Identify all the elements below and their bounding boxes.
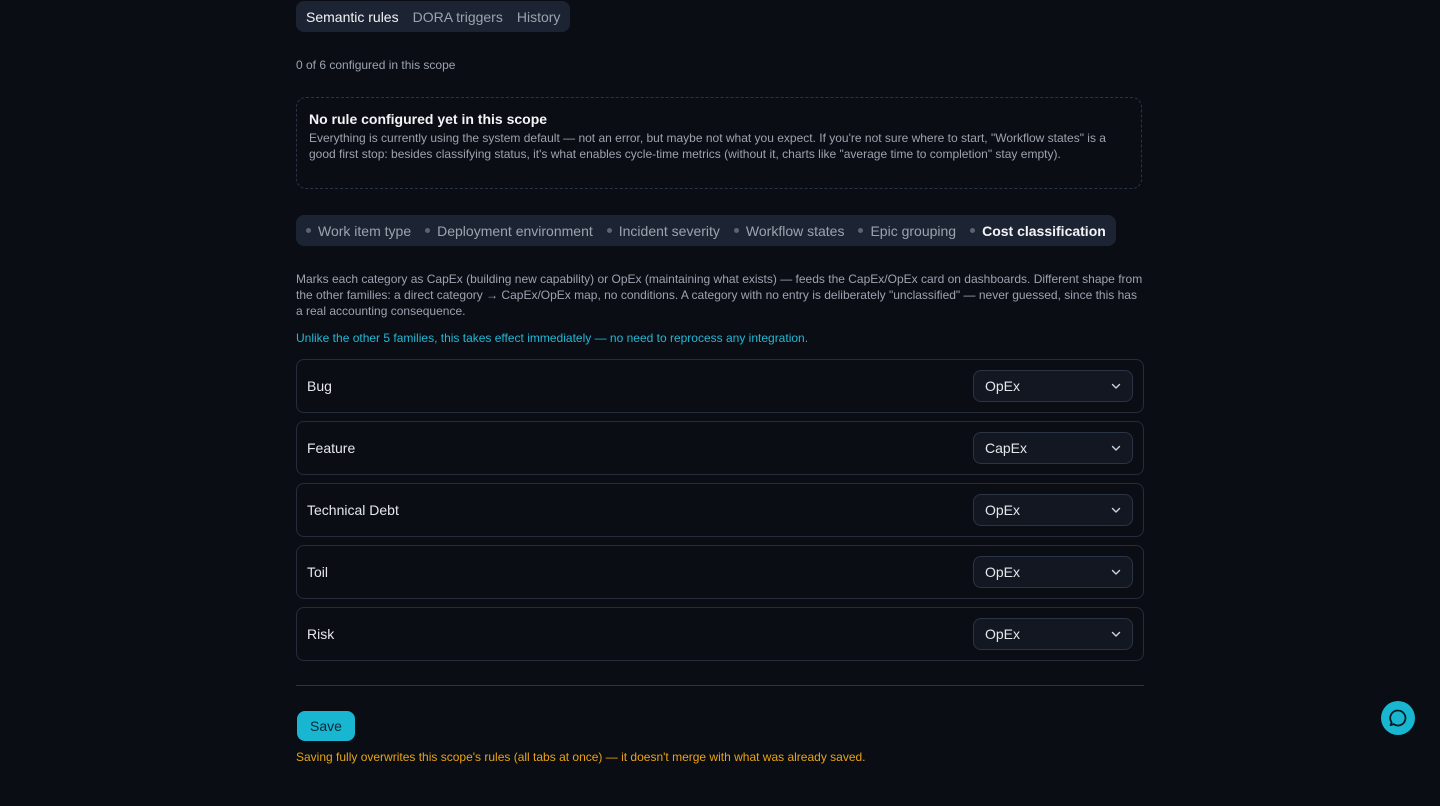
cost-type-select[interactable]: OpEx [973,618,1133,650]
configured-count: 0 of 6 configured in this scope [296,58,456,72]
category-label: Bug [307,378,332,394]
family-tab-workflow-states[interactable]: Workflow states [733,222,845,239]
category-row-feature: Feature CapEx [296,421,1144,475]
family-tab-label: Cost classification [982,222,1106,239]
family-tab-label: Incident severity [618,222,720,239]
family-description: Marks each category as CapEx (building n… [296,272,1143,318]
family-tab-label: Workflow states [745,222,845,239]
notice-title: No rule configured yet in this scope [309,111,548,127]
immediate-effect-note: Unlike the other 5 families, this takes … [296,331,809,345]
family-tab-label: Work item type [318,222,412,239]
select-value: OpEx [985,626,1021,642]
category-row-risk: Risk OpEx [296,607,1144,661]
family-tab-label: Deployment environment [437,222,593,239]
category-row-technical-debt: Technical Debt OpEx [296,483,1144,537]
tab-history[interactable]: History [517,9,561,25]
chat-button[interactable] [1381,701,1415,735]
cost-classification-list: Bug OpEx Feature CapEx Technical Debt Op… [296,359,1144,669]
save-button[interactable]: Save [297,711,355,741]
status-dot [970,228,976,233]
family-tab-incident-severity[interactable]: Incident severity [606,222,720,239]
empty-scope-notice: No rule configured yet in this scope Eve… [296,97,1142,189]
status-dot [858,228,864,233]
chat-bubble-icon [1389,709,1407,727]
chevron-down-icon [1111,383,1121,389]
tab-semantic-rules[interactable]: Semantic rules [306,9,399,25]
family-tab-cost-classification[interactable]: Cost classification [970,223,1106,239]
status-dot [425,228,431,233]
cost-type-select[interactable]: OpEx [973,556,1133,588]
category-label: Technical Debt [307,502,399,518]
overwrite-warning: Saving fully overwrites this scope's rul… [296,750,866,764]
tab-dora-triggers[interactable]: DORA triggers [413,9,503,25]
status-dot [306,228,311,233]
category-label: Risk [307,626,335,642]
cost-type-select[interactable]: OpEx [973,494,1133,526]
family-tab-label: Epic grouping [870,222,957,239]
family-tab-epic-grouping[interactable]: Epic grouping [858,223,956,239]
select-value: OpEx [985,502,1021,518]
chevron-down-icon [1111,631,1121,637]
status-dot [606,228,612,233]
select-value: OpEx [985,564,1021,580]
family-tab-deployment-environment[interactable]: Deployment environment [425,223,593,239]
section-divider [296,685,1144,686]
category-row-toil: Toil OpEx [296,545,1144,599]
category-label: Feature [307,440,356,456]
category-row-bug: Bug OpEx [296,359,1144,413]
notice-text: Everything is currently using the system… [309,131,1106,161]
family-tab-work-item-type[interactable]: Work item type [306,223,411,239]
status-dot [733,228,739,233]
chevron-down-icon [1111,507,1121,513]
select-value: CapEx [985,440,1028,456]
rule-family-tabs: Work item type Deployment environment In… [296,215,1116,246]
top-tab-bar: Semantic rules DORA triggers History [296,1,571,32]
chevron-down-icon [1111,569,1121,575]
category-label: Toil [307,564,329,580]
cost-type-select[interactable]: CapEx [973,432,1133,464]
chevron-down-icon [1111,445,1121,451]
cost-type-select[interactable]: OpEx [973,370,1133,402]
select-value: OpEx [985,378,1021,394]
